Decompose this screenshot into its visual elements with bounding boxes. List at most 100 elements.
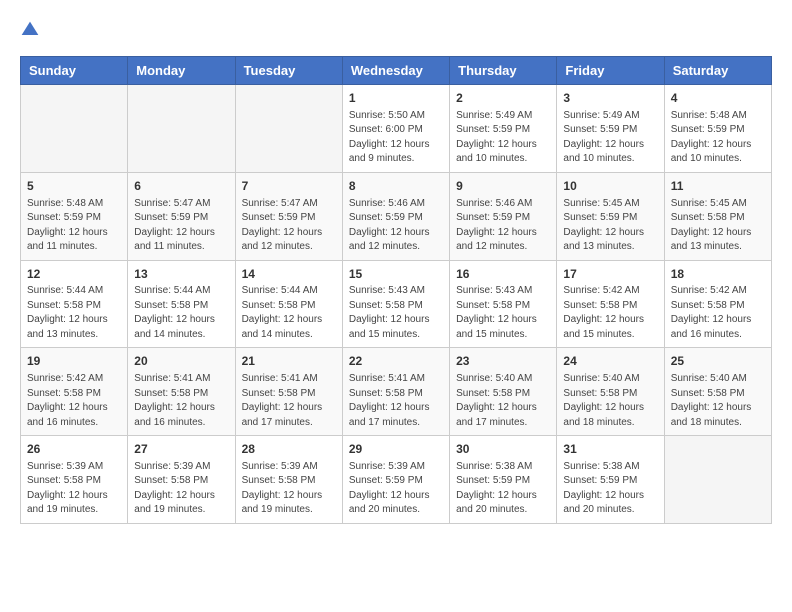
day-info: Sunrise: 5:42 AM Sunset: 5:58 PM Dayligh… <box>27 372 121 430</box>
day-number: 11 <box>671 178 765 195</box>
day-info: Sunrise: 5:49 AM Sunset: 5:59 PM Dayligh… <box>456 109 550 167</box>
day-number: 6 <box>134 178 228 195</box>
day-info: Sunrise: 5:50 AM Sunset: 6:00 PM Dayligh… <box>349 109 443 167</box>
day-info: Sunrise: 5:41 AM Sunset: 5:58 PM Dayligh… <box>349 372 443 430</box>
day-info: Sunrise: 5:41 AM Sunset: 5:58 PM Dayligh… <box>242 372 336 430</box>
day-info: Sunrise: 5:40 AM Sunset: 5:58 PM Dayligh… <box>671 372 765 430</box>
calendar-header-row: SundayMondayTuesdayWednesdayThursdayFrid… <box>21 57 772 85</box>
day-info: Sunrise: 5:39 AM Sunset: 5:59 PM Dayligh… <box>349 460 443 518</box>
calendar-day-header: Thursday <box>450 57 557 85</box>
day-info: Sunrise: 5:40 AM Sunset: 5:58 PM Dayligh… <box>456 372 550 430</box>
calendar-cell: 5Sunrise: 5:48 AM Sunset: 5:59 PM Daylig… <box>21 172 128 260</box>
day-number: 9 <box>456 178 550 195</box>
calendar-cell <box>664 436 771 524</box>
day-number: 17 <box>563 266 657 283</box>
calendar-week-row: 5Sunrise: 5:48 AM Sunset: 5:59 PM Daylig… <box>21 172 772 260</box>
calendar-day-header: Friday <box>557 57 664 85</box>
logo <box>20 20 44 40</box>
day-info: Sunrise: 5:44 AM Sunset: 5:58 PM Dayligh… <box>27 284 121 342</box>
day-number: 7 <box>242 178 336 195</box>
day-number: 25 <box>671 353 765 370</box>
calendar-cell: 8Sunrise: 5:46 AM Sunset: 5:59 PM Daylig… <box>342 172 449 260</box>
calendar-cell: 10 Sunrise: 5:45 AM Sunset: 5:59 PM Dayli… <box>557 172 664 260</box>
day-number: 22 <box>349 353 443 370</box>
day-number: 1 <box>349 90 443 107</box>
calendar-cell: 19 Sunrise: 5:42 AM Sunset: 5:58 PM Dayli… <box>21 348 128 436</box>
calendar-cell <box>235 85 342 173</box>
calendar-day-header: Monday <box>128 57 235 85</box>
day-info: Sunrise: 5:42 AM Sunset: 5:58 PM Dayligh… <box>671 284 765 342</box>
day-number: 29 <box>349 441 443 458</box>
day-number: 13 <box>134 266 228 283</box>
calendar-day-header: Saturday <box>664 57 771 85</box>
day-info: Sunrise: 5:45 AM Sunset: 5:59 PM Dayligh… <box>563 197 657 255</box>
day-info: Sunrise: 5:38 AM Sunset: 5:59 PM Dayligh… <box>456 460 550 518</box>
day-number: 28 <box>242 441 336 458</box>
day-info: Sunrise: 5:47 AM Sunset: 5:59 PM Dayligh… <box>242 197 336 255</box>
calendar-day-header: Tuesday <box>235 57 342 85</box>
calendar-week-row: 26 Sunrise: 5:39 AM Sunset: 5:58 PM Dayli… <box>21 436 772 524</box>
calendar-cell: 23 Sunrise: 5:40 AM Sunset: 5:58 PM Dayli… <box>450 348 557 436</box>
day-info: Sunrise: 5:38 AM Sunset: 5:59 PM Dayligh… <box>563 460 657 518</box>
day-info: Sunrise: 5:49 AM Sunset: 5:59 PM Dayligh… <box>563 109 657 167</box>
calendar-cell: 4 Sunrise: 5:48 AM Sunset: 5:59 PM Daylig… <box>664 85 771 173</box>
logo-icon <box>20 20 40 40</box>
calendar-cell: 20 Sunrise: 5:41 AM Sunset: 5:58 PM Dayli… <box>128 348 235 436</box>
calendar-cell: 28 Sunrise: 5:39 AM Sunset: 5:58 PM Dayli… <box>235 436 342 524</box>
calendar-week-row: 1 Sunrise: 5:50 AM Sunset: 6:00 PM Daylig… <box>21 85 772 173</box>
day-number: 31 <box>563 441 657 458</box>
calendar-day-header: Wednesday <box>342 57 449 85</box>
page-header <box>20 20 772 40</box>
day-info: Sunrise: 5:39 AM Sunset: 5:58 PM Dayligh… <box>242 460 336 518</box>
day-number: 4 <box>671 90 765 107</box>
day-number: 10 <box>563 178 657 195</box>
calendar-cell: 2 Sunrise: 5:49 AM Sunset: 5:59 PM Daylig… <box>450 85 557 173</box>
day-number: 24 <box>563 353 657 370</box>
day-info: Sunrise: 5:48 AM Sunset: 5:59 PM Dayligh… <box>671 109 765 167</box>
calendar-cell: 18Sunrise: 5:42 AM Sunset: 5:58 PM Dayli… <box>664 260 771 348</box>
day-number: 30 <box>456 441 550 458</box>
day-info: Sunrise: 5:46 AM Sunset: 5:59 PM Dayligh… <box>349 197 443 255</box>
calendar-cell: 16Sunrise: 5:43 AM Sunset: 5:58 PM Dayli… <box>450 260 557 348</box>
calendar-week-row: 19 Sunrise: 5:42 AM Sunset: 5:58 PM Dayli… <box>21 348 772 436</box>
day-number: 3 <box>563 90 657 107</box>
day-number: 16 <box>456 266 550 283</box>
calendar-cell: 12Sunrise: 5:44 AM Sunset: 5:58 PM Dayli… <box>21 260 128 348</box>
calendar-table: SundayMondayTuesdayWednesdayThursdayFrid… <box>20 56 772 524</box>
day-number: 27 <box>134 441 228 458</box>
day-info: Sunrise: 5:42 AM Sunset: 5:58 PM Dayligh… <box>563 284 657 342</box>
day-info: Sunrise: 5:41 AM Sunset: 5:58 PM Dayligh… <box>134 372 228 430</box>
calendar-cell: 27 Sunrise: 5:39 AM Sunset: 5:58 PM Dayli… <box>128 436 235 524</box>
day-number: 21 <box>242 353 336 370</box>
calendar-cell: 22 Sunrise: 5:41 AM Sunset: 5:58 PM Dayli… <box>342 348 449 436</box>
calendar-cell: 6 Sunrise: 5:47 AM Sunset: 5:59 PM Daylig… <box>128 172 235 260</box>
day-info: Sunrise: 5:39 AM Sunset: 5:58 PM Dayligh… <box>134 460 228 518</box>
day-info: Sunrise: 5:44 AM Sunset: 5:58 PM Dayligh… <box>242 284 336 342</box>
calendar-cell: 9 Sunrise: 5:46 AM Sunset: 5:59 PM Daylig… <box>450 172 557 260</box>
day-info: Sunrise: 5:47 AM Sunset: 5:59 PM Dayligh… <box>134 197 228 255</box>
day-number: 18 <box>671 266 765 283</box>
day-number: 23 <box>456 353 550 370</box>
day-number: 15 <box>349 266 443 283</box>
day-info: Sunrise: 5:43 AM Sunset: 5:58 PM Dayligh… <box>349 284 443 342</box>
day-number: 20 <box>134 353 228 370</box>
day-info: Sunrise: 5:46 AM Sunset: 5:59 PM Dayligh… <box>456 197 550 255</box>
calendar-cell: 24 Sunrise: 5:40 AM Sunset: 5:58 PM Dayli… <box>557 348 664 436</box>
calendar-cell: 31 Sunrise: 5:38 AM Sunset: 5:59 PM Dayli… <box>557 436 664 524</box>
day-number: 2 <box>456 90 550 107</box>
calendar-cell: 13Sunrise: 5:44 AM Sunset: 5:58 PM Dayli… <box>128 260 235 348</box>
calendar-cell: 21 Sunrise: 5:41 AM Sunset: 5:58 PM Dayli… <box>235 348 342 436</box>
day-number: 26 <box>27 441 121 458</box>
day-number: 5 <box>27 178 121 195</box>
day-number: 14 <box>242 266 336 283</box>
day-info: Sunrise: 5:45 AM Sunset: 5:58 PM Dayligh… <box>671 197 765 255</box>
calendar-cell <box>128 85 235 173</box>
calendar-cell: 3 Sunrise: 5:49 AM Sunset: 5:59 PM Daylig… <box>557 85 664 173</box>
day-number: 19 <box>27 353 121 370</box>
calendar-cell: 7 Sunrise: 5:47 AM Sunset: 5:59 PM Daylig… <box>235 172 342 260</box>
day-info: Sunrise: 5:43 AM Sunset: 5:58 PM Dayligh… <box>456 284 550 342</box>
day-info: Sunrise: 5:44 AM Sunset: 5:58 PM Dayligh… <box>134 284 228 342</box>
calendar-cell: 17Sunrise: 5:42 AM Sunset: 5:58 PM Dayli… <box>557 260 664 348</box>
day-info: Sunrise: 5:40 AM Sunset: 5:58 PM Dayligh… <box>563 372 657 430</box>
calendar-cell: 29 Sunrise: 5:39 AM Sunset: 5:59 PM Dayli… <box>342 436 449 524</box>
